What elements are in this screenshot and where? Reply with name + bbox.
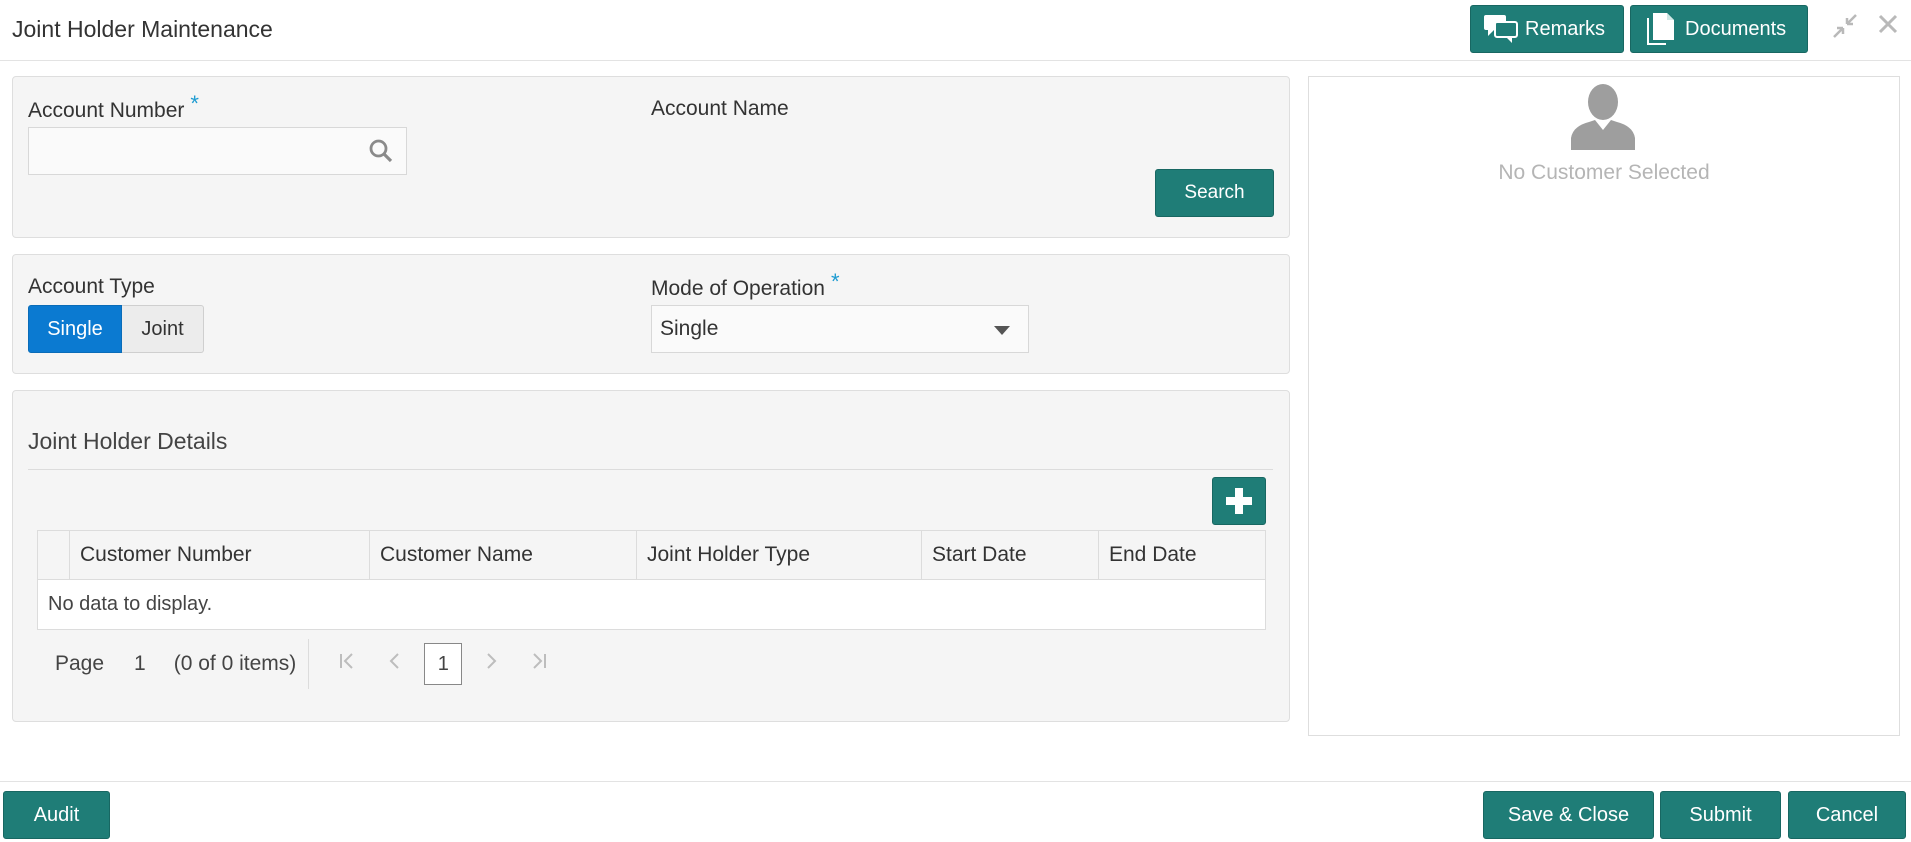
footer-bar: Audit Save & Close Submit Cancel: [0, 781, 1911, 842]
account-type-label: Account Type: [28, 275, 155, 298]
page-number-input[interactable]: 1: [134, 652, 146, 676]
joint-holder-table: Customer Number Customer Name Joint Hold…: [37, 530, 1266, 630]
column-header-customer-number[interactable]: Customer Number: [69, 530, 370, 580]
mode-of-operation-label: Mode of Operation *: [651, 269, 840, 300]
select-column-header[interactable]: [37, 530, 70, 580]
column-header-start-date[interactable]: Start Date: [921, 530, 1099, 580]
current-page-button[interactable]: 1: [424, 643, 463, 685]
search-icon[interactable]: [368, 138, 394, 169]
pagination: Page 1 (0 of 0 items) 1: [43, 639, 563, 689]
plus-icon: [1226, 488, 1252, 514]
search-button[interactable]: Search: [1155, 169, 1274, 217]
mode-of-operation-value: Single: [660, 317, 719, 340]
add-row-button[interactable]: [1212, 477, 1266, 525]
account-number-input[interactable]: [28, 127, 407, 175]
documents-icon: [1643, 12, 1679, 46]
audit-button[interactable]: Audit: [3, 791, 110, 839]
section-title: Joint Holder Details: [28, 428, 228, 454]
account-name-label: Account Name: [651, 97, 789, 120]
required-mark: *: [830, 269, 840, 294]
column-header-end-date[interactable]: End Date: [1098, 530, 1266, 580]
remarks-label: Remarks: [1525, 17, 1606, 40]
remarks-button[interactable]: Remarks: [1470, 5, 1624, 53]
column-header-joint-holder-type[interactable]: Joint Holder Type: [636, 530, 922, 580]
header-bar: Joint Holder Maintenance Remarks Documen…: [0, 0, 1911, 61]
page-title: Joint Holder Maintenance: [12, 16, 273, 42]
next-page-icon[interactable]: [467, 651, 515, 677]
table-header-row: Customer Number Customer Name Joint Hold…: [37, 530, 1266, 580]
column-header-customer-name[interactable]: Customer Name: [369, 530, 637, 580]
pager-separator: [308, 639, 310, 689]
documents-label: Documents: [1685, 17, 1787, 40]
divider: [28, 469, 1273, 470]
table-row: No data to display.: [37, 579, 1266, 630]
minimize-icon[interactable]: [1830, 12, 1860, 42]
customer-info-card: No Customer Selected: [1308, 76, 1900, 736]
account-type-single-toggle[interactable]: Single: [28, 305, 122, 353]
required-mark: *: [190, 91, 199, 116]
chevron-down-icon: [994, 326, 1010, 335]
account-type-joint-toggle[interactable]: Joint: [122, 305, 204, 353]
close-icon[interactable]: [1873, 12, 1903, 42]
no-customer-message: No Customer Selected: [1498, 161, 1710, 184]
empty-table-message: No data to display.: [37, 579, 1266, 630]
submit-button[interactable]: Submit: [1660, 791, 1781, 839]
previous-page-icon[interactable]: [371, 651, 419, 677]
account-number-label: Account Number *: [28, 91, 199, 122]
cancel-button[interactable]: Cancel: [1788, 791, 1906, 839]
account-search-panel: Account Number * Account Name Search: [12, 76, 1290, 238]
chat-bubbles-icon: [1483, 12, 1519, 46]
save-and-close-button[interactable]: Save & Close: [1483, 791, 1654, 839]
documents-button[interactable]: Documents: [1630, 5, 1808, 53]
user-avatar-icon: [1567, 82, 1639, 150]
items-count: (0 of 0 items): [173, 652, 297, 675]
joint-holder-details-panel: Joint Holder Details Customer Number Cus…: [12, 390, 1290, 722]
last-page-icon[interactable]: [515, 651, 563, 677]
first-page-icon[interactable]: [323, 651, 371, 677]
mode-of-operation-select[interactable]: Single: [651, 305, 1029, 353]
page-label: Page: [55, 652, 105, 675]
account-type-panel: Account Type Single Joint Mode of Operat…: [12, 254, 1290, 374]
